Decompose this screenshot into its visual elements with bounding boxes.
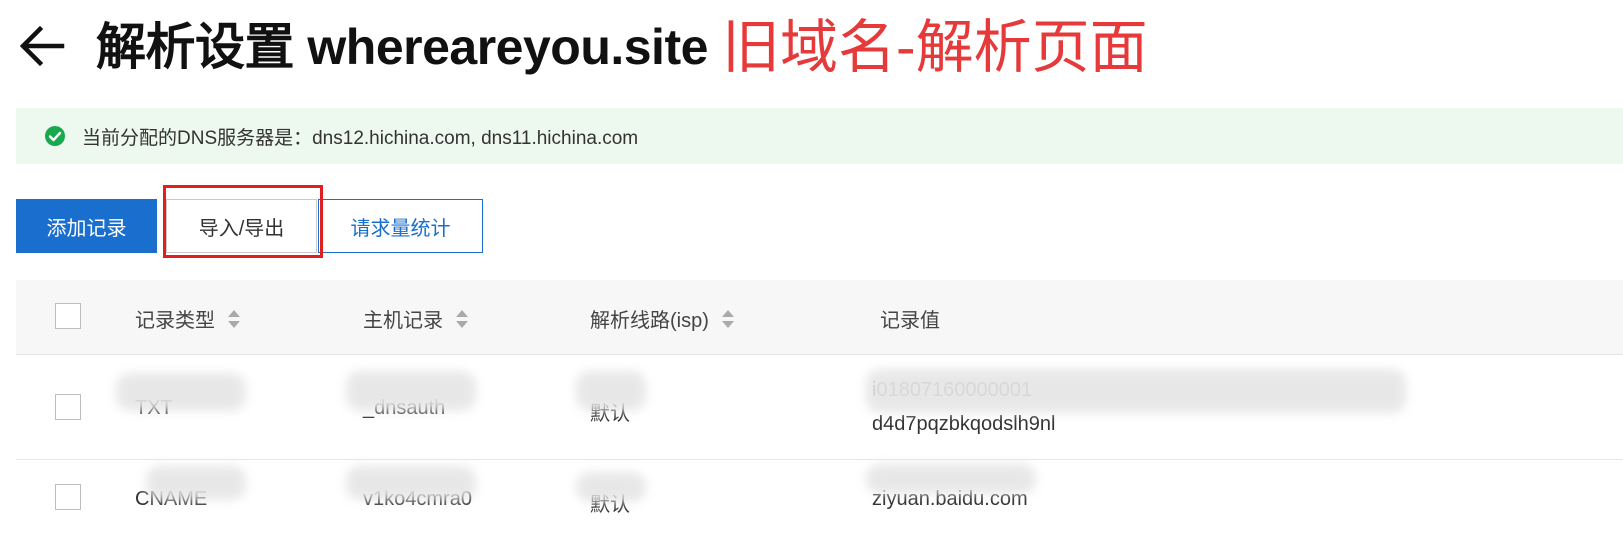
request-stats-button[interactable]: 请求量统计 [318,199,483,253]
table-header: 记录类型 主机记录 解析线路(isp) 记录值 [16,280,1623,355]
column-label: 解析线路(isp) [590,310,709,332]
redaction-blur [576,371,646,411]
select-all-checkbox[interactable] [55,303,81,329]
sort-icon[interactable] [721,308,735,330]
row-checkbox[interactable] [55,484,81,510]
page-title: 解析设置 whereareyou.site [96,19,708,75]
redaction-blur [866,369,1406,413]
redaction-blur [116,373,246,411]
column-label: 记录值 [880,310,940,332]
import-export-button[interactable]: 导入/导出 [166,199,317,253]
redaction-blur [866,464,1036,494]
column-header-host: 主机记录 [363,304,469,333]
add-record-button[interactable]: 添加记录 [16,199,157,253]
redaction-blur [346,371,476,411]
table-row: CNAME v1ko4cmra0 默认 ziyuan.baidu.com [16,460,1623,542]
column-label: 记录类型 [135,310,215,332]
dns-servers-text: 当前分配的DNS服务器是：dns12.hichina.com, dns11.hi… [82,128,639,149]
column-header-line: 解析线路(isp) [590,304,735,333]
column-header-type: 记录类型 [135,304,241,333]
column-label: 主机记录 [363,310,443,332]
row-checkbox[interactable] [55,394,81,420]
sort-icon[interactable] [227,308,241,330]
redaction-blur [576,472,646,502]
record-value-line2: d4d7pqzbkqodslh9nl [872,413,1056,435]
back-arrow-icon[interactable] [18,22,66,70]
page-header: 解析设置 whereareyou.site 旧域名-解析页面 [0,0,1623,100]
annotation-label: 旧域名-解析页面 [722,13,1148,81]
column-header-value: 记录值 [880,304,940,333]
sort-icon[interactable] [455,308,469,330]
dns-info-banner: 当前分配的DNS服务器是：dns12.hichina.com, dns11.hi… [16,108,1623,164]
redaction-blur [346,466,476,500]
check-circle-icon [45,126,65,146]
redaction-blur [146,466,246,500]
table-row: TXT _dnsauth 默认 i01807160000001 d4d7pqzb… [16,355,1623,460]
